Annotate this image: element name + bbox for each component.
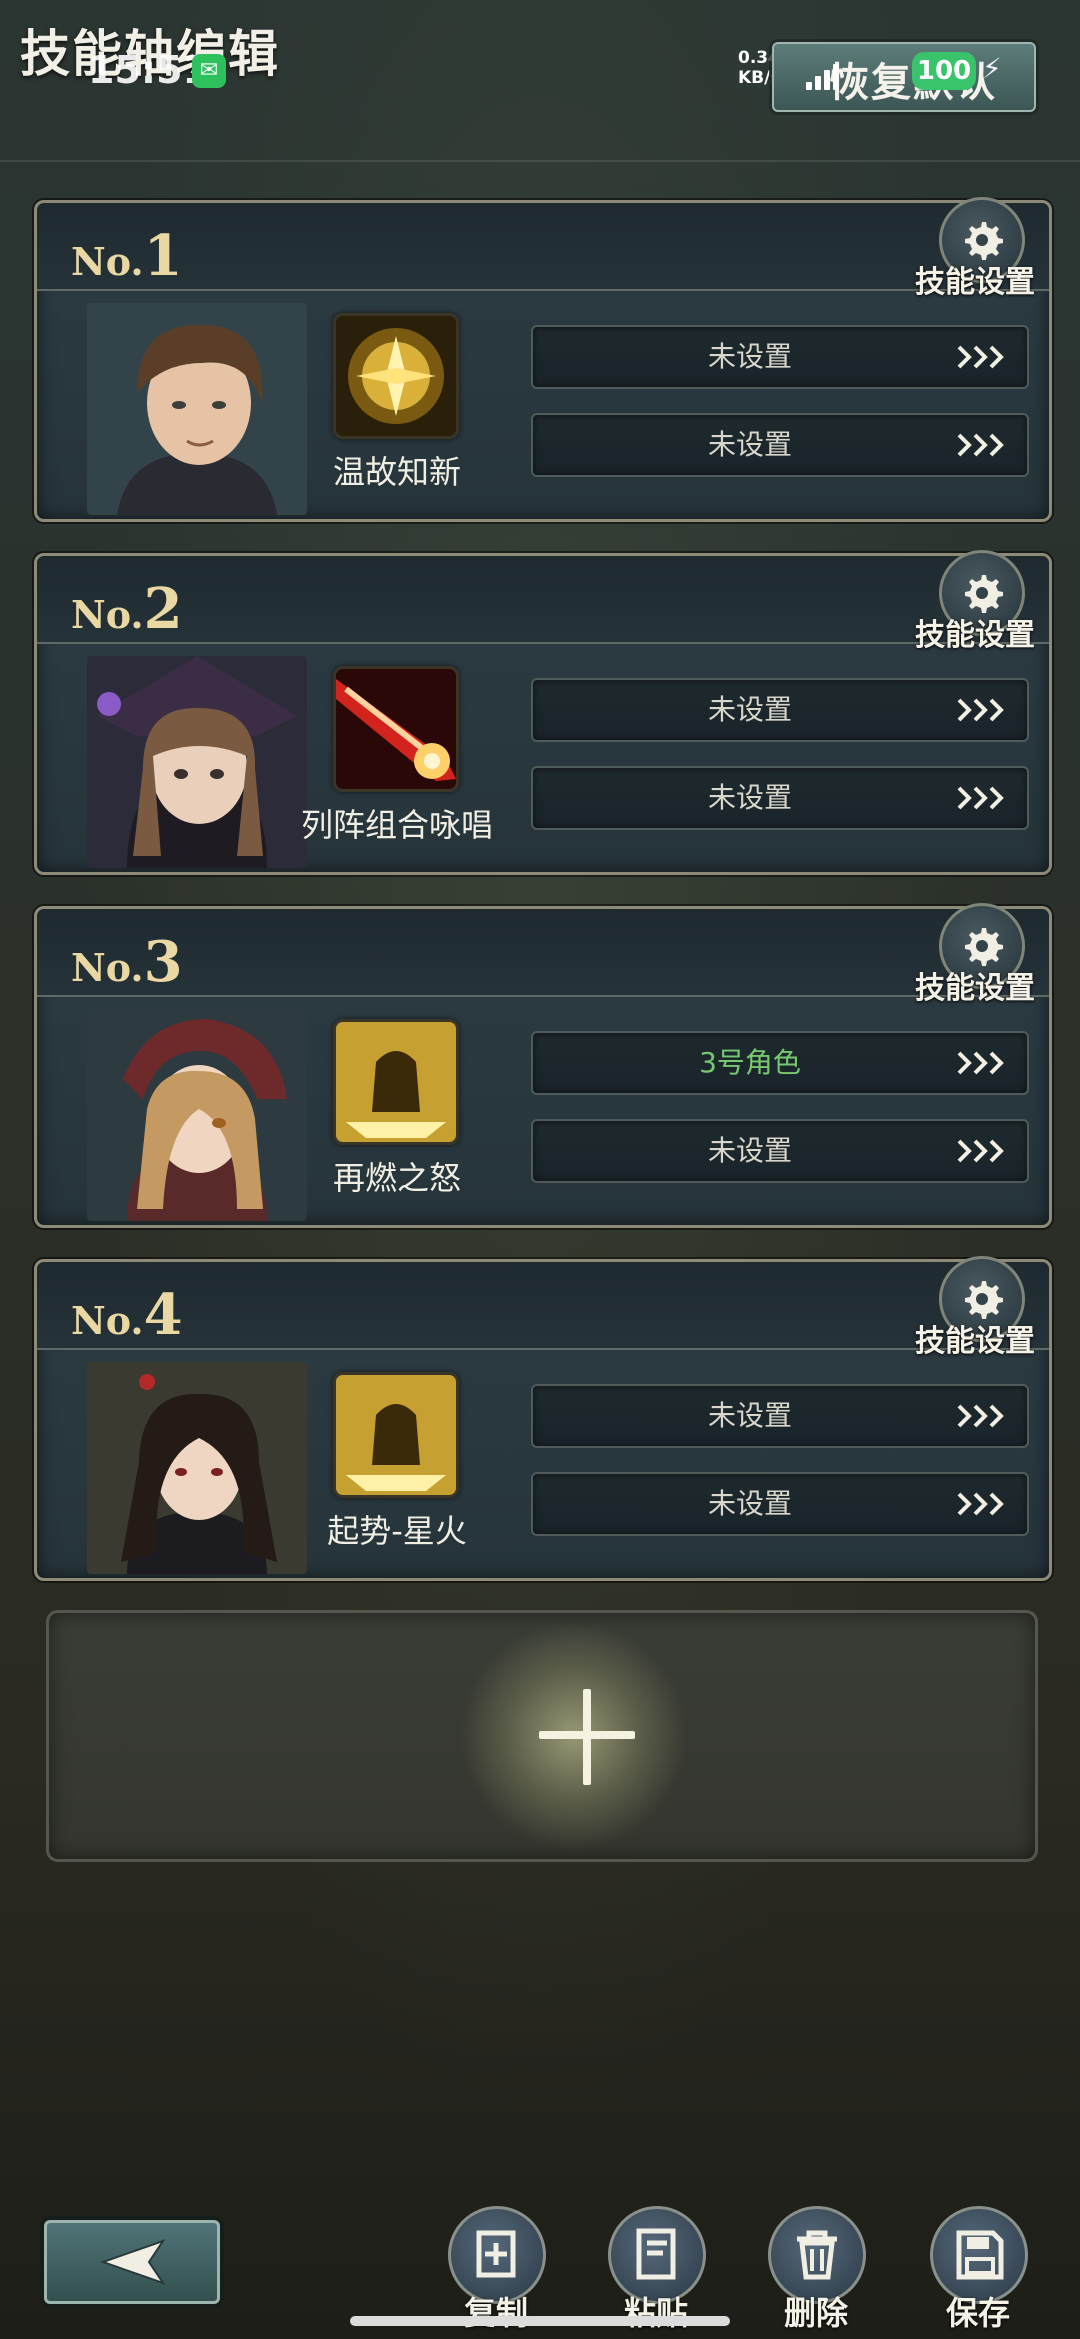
- chevron-right-icon: [957, 433, 1004, 457]
- gear-icon: [965, 222, 1003, 260]
- member-card-3: No.3 再燃之怒 技能设置 3号角色 未设置: [34, 903, 1052, 1228]
- gear-icon: [965, 1281, 1003, 1319]
- status-bar: 技能轴编辑 15:51 ✉ 0.34 4G KB/s 恢复默认 100 ⚡: [0, 0, 1080, 160]
- home-indicator[interactable]: [350, 2316, 730, 2326]
- skill-name: 再燃之怒: [332, 1159, 461, 1197]
- gear-icon: [965, 575, 1003, 613]
- save-button[interactable]: 保存: [928, 2206, 1028, 2332]
- back-arrow-icon: [99, 2239, 166, 2285]
- skill-settings-label: 技能设置: [915, 971, 1035, 1006]
- save-label: 保存: [945, 2294, 1010, 2332]
- gear-icon: [965, 928, 1003, 966]
- skill-name: 列阵组合咏唱: [300, 806, 493, 844]
- chevron-right-icon: [957, 1492, 1004, 1516]
- chevron-right-icon: [957, 1139, 1004, 1163]
- add-member-button[interactable]: [46, 1610, 1038, 1862]
- signal-icon: [806, 62, 842, 90]
- member-number: No.2: [71, 576, 183, 642]
- skill-icon[interactable]: [333, 1372, 459, 1498]
- member-card-1: No.1 温故知新 技能设置 未设置 未设置: [34, 197, 1052, 522]
- skill-name: 起势-星火: [327, 1512, 467, 1550]
- target-slot[interactable]: 未设置: [531, 1384, 1029, 1448]
- target-slot[interactable]: 未设置: [531, 413, 1029, 477]
- character-portrait[interactable]: [87, 1362, 307, 1574]
- clock: 15:51: [88, 48, 209, 92]
- plus-icon: [583, 1689, 591, 1785]
- skill-settings-label: 技能设置: [915, 1324, 1035, 1359]
- skill-icon[interactable]: [333, 1019, 459, 1145]
- divider: [0, 160, 1080, 162]
- chevron-right-icon: [957, 1051, 1004, 1075]
- skill-settings-label: 技能设置: [915, 265, 1035, 300]
- skill-settings-label: 技能设置: [915, 618, 1035, 653]
- skill-name: 温故知新: [332, 453, 461, 491]
- target-slot[interactable]: 未设置: [531, 325, 1029, 389]
- member-number: No.4: [71, 1282, 183, 1348]
- chevron-right-icon: [957, 345, 1004, 369]
- chevron-right-icon: [957, 786, 1004, 810]
- delete-button[interactable]: 删除: [766, 2206, 866, 2332]
- skill-icon[interactable]: [333, 313, 459, 439]
- card-header: [37, 909, 1049, 997]
- battery-indicator: 100: [912, 52, 976, 90]
- chevron-right-icon: [957, 1404, 1004, 1428]
- card-header: [37, 556, 1049, 644]
- member-number: No.1: [71, 223, 183, 289]
- paste-label: 粘贴: [623, 2294, 688, 2332]
- character-portrait[interactable]: [87, 303, 307, 515]
- delete-label: 删除: [783, 2294, 848, 2332]
- copy-button[interactable]: 复制: [446, 2206, 546, 2332]
- member-card-2: No.2 列阵组合咏唱 技能设置 未设置 未设置: [34, 550, 1052, 875]
- card-header: [37, 203, 1049, 291]
- back-button[interactable]: [44, 2220, 220, 2304]
- character-portrait[interactable]: [87, 1009, 307, 1221]
- target-slot[interactable]: 未设置: [531, 678, 1029, 742]
- skill-icon[interactable]: [333, 666, 459, 792]
- target-slot[interactable]: 未设置: [531, 1472, 1029, 1536]
- target-slot[interactable]: 未设置: [531, 766, 1029, 830]
- copy-label: 复制: [463, 2294, 528, 2332]
- wechat-icon: ✉: [192, 54, 226, 88]
- paste-button[interactable]: 粘贴: [606, 2206, 706, 2332]
- charging-icon: ⚡: [982, 52, 1002, 85]
- member-number: No.3: [71, 929, 183, 995]
- chevron-right-icon: [957, 698, 1004, 722]
- card-header: [37, 1262, 1049, 1350]
- target-slot[interactable]: 未设置: [531, 1119, 1029, 1183]
- character-portrait[interactable]: [87, 656, 307, 868]
- member-card-4: No.4 起势-星火 技能设置 未设置 未设置: [34, 1256, 1052, 1581]
- target-slot[interactable]: 3号角色: [531, 1031, 1029, 1095]
